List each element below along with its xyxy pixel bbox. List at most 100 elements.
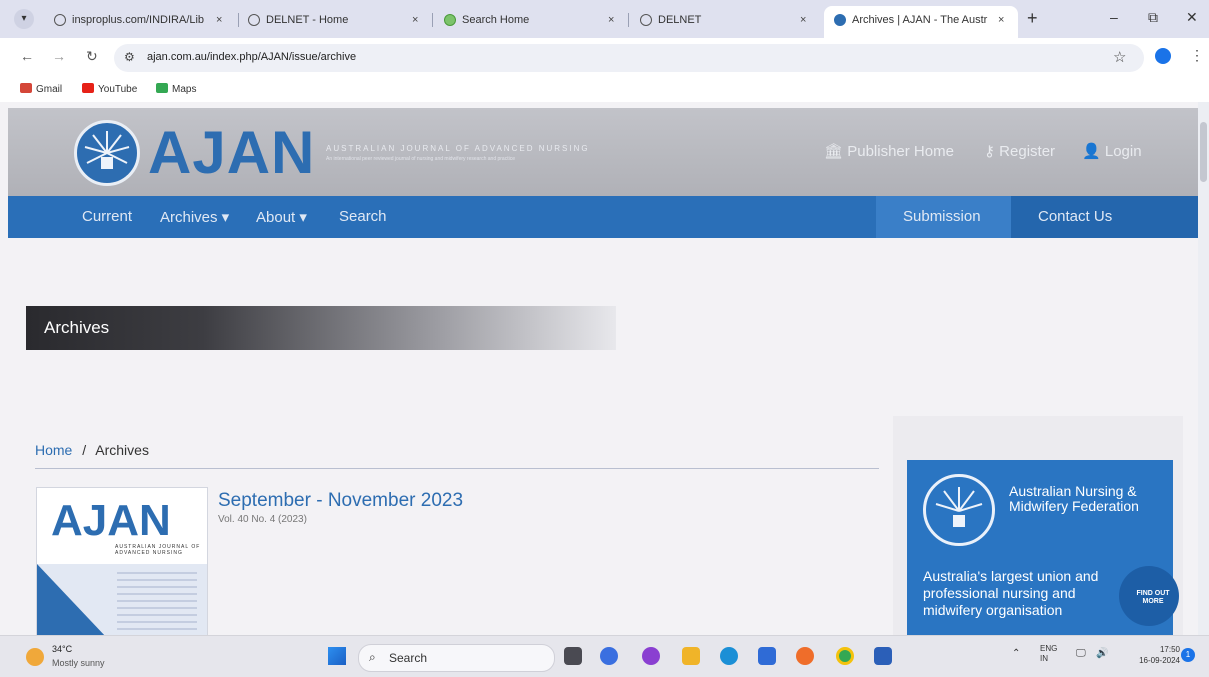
chrome-icon[interactable]: [836, 647, 854, 665]
ad-tagline: Australia's largest union and profession…: [923, 568, 1099, 618]
weather-sun-icon[interactable]: [26, 648, 44, 666]
volume-icon[interactable]: 🔊: [1096, 648, 1108, 659]
chat-icon[interactable]: [600, 647, 618, 665]
taskbar-search[interactable]: ⌕ Search: [358, 644, 555, 672]
weather-description[interactable]: Mostly sunny: [52, 658, 105, 668]
search-icon: ⌕: [369, 650, 376, 664]
bookmark-gmail[interactable]: Gmail: [20, 83, 62, 95]
notification-badge[interactable]: 1: [1181, 648, 1195, 662]
back-button[interactable]: ←: [20, 48, 34, 64]
tab-divider: [432, 13, 433, 27]
tab-close-icon[interactable]: ×: [412, 6, 418, 34]
reload-button[interactable]: ↻: [86, 48, 98, 65]
browser-tab[interactable]: Search Home ×: [444, 6, 622, 34]
gmail-icon: [20, 83, 32, 93]
address-bar[interactable]: ⚙ ajan.com.au/index.php/AJAN/issue/archi…: [114, 44, 1144, 72]
browser-tab[interactable]: insproplus.com/INDIRA/Lib ×: [54, 6, 232, 34]
tab-close-icon[interactable]: ×: [608, 6, 614, 34]
login-label: Login: [1104, 143, 1142, 160]
tab-close-icon[interactable]: ×: [216, 6, 222, 34]
tab-title: Archives | AJAN - The Austr: [852, 14, 988, 26]
tab-title: DELNET: [658, 14, 702, 26]
forward-button[interactable]: →: [52, 48, 66, 64]
breadcrumb-current: Archives: [95, 442, 149, 458]
new-tab-button[interactable]: +: [1027, 8, 1038, 29]
site-header: AJAN AUSTRALIAN JOURNAL OF ADVANCED NURS…: [8, 108, 1198, 196]
network-icon[interactable]: 🖵: [1076, 648, 1086, 659]
bookmark-label: Maps: [172, 84, 197, 95]
nav-current[interactable]: Current: [82, 208, 132, 225]
weather-temperature[interactable]: 34°C: [52, 644, 72, 654]
issue-cover-image[interactable]: AJAN AUSTRALIAN JOURNAL OF ADVANCED NURS…: [36, 487, 208, 635]
anmf-advertisement[interactable]: Australian Nursing & Midwifery Federatio…: [907, 460, 1179, 635]
close-window-button[interactable]: ✕: [1186, 9, 1198, 26]
minimize-button[interactable]: –: [1110, 9, 1118, 25]
language-region: IN: [1040, 654, 1048, 663]
bookmark-star-icon[interactable]: ☆: [1113, 48, 1126, 66]
tray-chevron-up-icon[interactable]: ⌃: [1012, 648, 1020, 659]
ajan-emblem-icon[interactable]: [74, 120, 140, 186]
tab-title: DELNET - Home: [266, 14, 349, 26]
tab-close-icon[interactable]: ×: [998, 6, 1004, 34]
ajan-favicon-icon: [834, 14, 846, 26]
page-scrollbar[interactable]: [1198, 102, 1209, 635]
more-menu-icon[interactable]: ⋮: [1190, 47, 1204, 64]
issue-title-link[interactable]: September - November 2023: [218, 490, 463, 512]
tab-title: Search Home: [462, 14, 530, 26]
bookmark-maps[interactable]: Maps: [156, 83, 196, 95]
nav-submission[interactable]: Submission: [876, 196, 1011, 238]
page-title-banner: Archives: [26, 306, 616, 350]
globe-icon: [54, 14, 66, 26]
user-icon: 👤: [1082, 143, 1101, 160]
browser-tab[interactable]: DELNET ×: [640, 6, 818, 34]
key-icon: ⚷: [984, 143, 995, 160]
system-clock[interactable]: 17:50 16-09-2024: [1120, 644, 1180, 666]
login-link[interactable]: 👤 Login: [1082, 142, 1142, 160]
register-label: Register: [999, 143, 1056, 160]
tab-title: insproplus.com/INDIRA/Lib: [72, 14, 205, 26]
cover-band: [37, 564, 207, 635]
nav-about[interactable]: About ▾: [256, 208, 307, 226]
tab-search-chevron-icon[interactable]: ▾: [14, 9, 34, 29]
nav-archives[interactable]: Archives ▾: [160, 208, 229, 226]
restore-button[interactable]: ⧉: [1148, 9, 1158, 26]
tab-close-icon[interactable]: ×: [800, 6, 806, 34]
bookmark-youtube[interactable]: YouTube: [82, 83, 137, 95]
contact-label: Contact Us: [1038, 208, 1113, 225]
url-text[interactable]: ajan.com.au/index.php/AJAN/issue/archive: [147, 51, 356, 63]
breadcrumb: Home / Archives: [35, 442, 149, 458]
nav-search[interactable]: Search: [339, 208, 387, 225]
language-indicator[interactable]: ENG IN: [1040, 644, 1057, 664]
language-code: ENG: [1040, 644, 1058, 653]
register-link[interactable]: ⚷ Register: [984, 142, 1055, 160]
start-button-icon[interactable]: [328, 647, 346, 665]
publisher-home-link[interactable]: 🏛 Publisher Home: [824, 142, 954, 160]
breadcrumb-home-link[interactable]: Home: [35, 442, 72, 458]
publisher-home-label: Publisher Home: [847, 143, 954, 160]
profile-avatar[interactable]: [1155, 48, 1171, 64]
file-explorer-icon[interactable]: [682, 647, 700, 665]
word-icon[interactable]: [874, 647, 892, 665]
page-title: Archives: [44, 318, 110, 337]
copilot-icon[interactable]: [642, 647, 660, 665]
browser-tab-strip: ▾ insproplus.com/INDIRA/Lib × DELNET - H…: [0, 0, 1209, 38]
firefox-icon[interactable]: [796, 647, 814, 665]
site-logo[interactable]: AJAN: [148, 118, 315, 187]
browser-toolbar: ← → ↻ ⚙ ajan.com.au/index.php/AJAN/issue…: [0, 38, 1209, 78]
scroll-thumb[interactable]: [1200, 122, 1207, 182]
cover-contents: [117, 572, 197, 632]
bookmark-label: Gmail: [36, 84, 63, 95]
page-viewport: AJAN AUSTRALIAN JOURNAL OF ADVANCED NURS…: [0, 102, 1198, 635]
store-icon[interactable]: [758, 647, 776, 665]
clock-date: 16-09-2024: [1139, 656, 1180, 665]
edge-icon[interactable]: [720, 647, 738, 665]
browser-tab-active[interactable]: Archives | AJAN - The Austr ×: [824, 6, 1018, 38]
nav-contact-us[interactable]: Contact Us: [1011, 196, 1198, 238]
windows-taskbar: 34°C Mostly sunny ⌕ Search ⌃ ENG IN 🖵 🔊 …: [0, 635, 1209, 677]
task-view-icon[interactable]: [564, 647, 582, 665]
browser-tab[interactable]: DELNET - Home ×: [248, 6, 426, 34]
globe-icon: [640, 14, 652, 26]
find-out-more-label: FIND OUT MORE: [1136, 590, 1170, 605]
site-settings-icon[interactable]: ⚙: [124, 50, 135, 64]
find-out-more-button[interactable]: FIND OUT MORE: [1119, 566, 1179, 626]
